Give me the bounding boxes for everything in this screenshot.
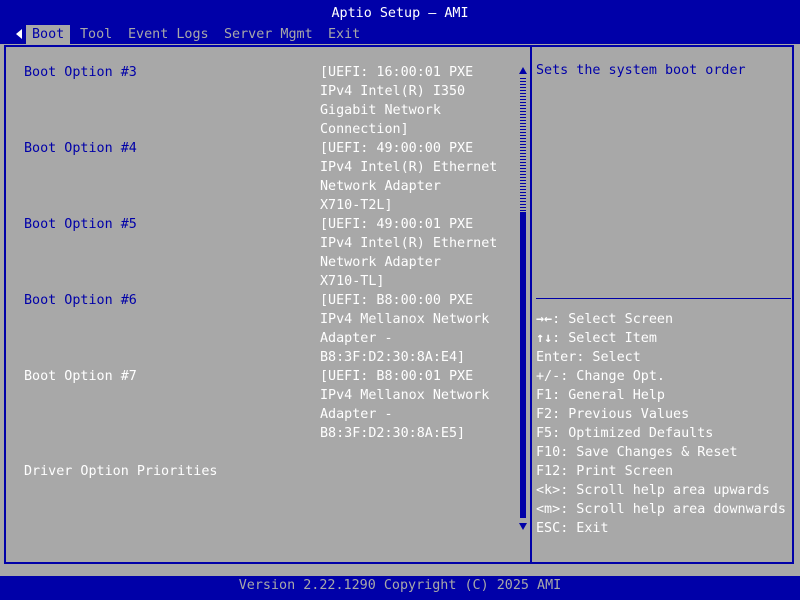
help-key: <k> [536,483,561,498]
tab-server-mgmt[interactable]: Server Mgmt [218,25,319,44]
boot-option-7-value[interactable]: IPv4 Mellanox Network [320,386,489,405]
help-description: Sets the system boot order [536,63,746,78]
help-key-line: F5: Optimized Defaults [536,424,713,443]
help-desc: : Select Screen [552,312,674,327]
help-key-line: ESC: Exit [536,519,609,538]
help-key: Enter [536,350,577,365]
boot-option-7-label[interactable]: Boot Option #7 [24,367,137,386]
help-desc: : Select Item [552,331,657,346]
tab-boot[interactable]: Boot [26,25,71,44]
version-text: Version 2.22.1290 Copyright (C) 2025 AMI [238,578,562,593]
help-separator [536,298,791,299]
scroll-down-arrow-icon[interactable] [519,523,527,530]
help-key-line: <m>: Scroll help area downwards [536,500,786,519]
boot-option-5-value[interactable]: [UEFI: 49:00:01 PXE [320,215,473,234]
help-desc: : Select [576,350,641,365]
help-key: F2 [536,407,553,422]
scroll-up-arrow-icon[interactable] [519,67,527,74]
help-key-line: F2: Previous Values [536,405,689,424]
help-key: ↑↓ [536,331,553,346]
tab-tool[interactable]: Tool [74,25,118,44]
boot-option-5-label[interactable]: Boot Option #5 [24,215,137,234]
tab-bar: Boot Tool Event Logs Server Mgmt Exit [0,25,800,44]
boot-option-6-label[interactable]: Boot Option #6 [24,291,137,310]
boot-option-4-value[interactable]: X710-T2L] [320,196,393,215]
scrollbar-thumb[interactable] [520,212,526,518]
boot-option-4-value[interactable]: [UEFI: 49:00:00 PXE [320,139,473,158]
tab-exit[interactable]: Exit [322,25,366,44]
boot-option-6-value[interactable]: IPv4 Mellanox Network [320,310,489,329]
help-desc: : Optimized Defaults [552,426,714,441]
window-title: Aptio Setup – AMI [331,6,469,21]
help-key-line: +/-: Change Opt. [536,367,665,386]
tab-event-logs[interactable]: Event Logs [122,25,215,44]
help-desc: : Exit [560,521,609,536]
help-key: ESC [536,521,561,536]
boot-option-3-value[interactable]: [UEFI: 16:00:01 PXE [320,63,473,82]
help-desc: : Scroll help area upwards [560,483,770,498]
help-desc: : General Help [552,388,665,403]
boot-option-5-value[interactable]: IPv4 Intel(R) Ethernet [320,234,497,253]
help-key: F5 [536,426,553,441]
panel-divider [530,45,532,564]
boot-option-6-value[interactable]: Adapter - [320,329,393,348]
help-key-line: Enter: Select [536,348,641,367]
help-key-line: F1: General Help [536,386,665,405]
boot-option-3-value[interactable]: IPv4 Intel(R) I350 [320,82,465,101]
boot-option-7-value[interactable]: B8:3F:D2:30:8A:E5] [320,424,465,443]
boot-option-3-value[interactable]: Connection] [320,120,409,139]
boot-option-4-value[interactable]: Network Adapter [320,177,441,196]
boot-option-4-value[interactable]: IPv4 Intel(R) Ethernet [320,158,497,177]
help-desc: : Save Changes & Reset [560,445,738,460]
help-key-line: <k>: Scroll help area upwards [536,481,770,500]
help-key: F10 [536,445,561,460]
help-desc: : Scroll help area downwards [560,502,786,517]
boot-option-7-value[interactable]: Adapter - [320,405,393,424]
help-key-line: F10: Save Changes & Reset [536,443,738,462]
help-key-line: ↑↓: Select Item [536,329,657,348]
boot-option-5-value[interactable]: X710-TL] [320,272,385,291]
help-key: <m> [536,502,561,517]
boot-option-7-value[interactable]: [UEFI: B8:00:01 PXE [320,367,473,386]
driver-option-priorities[interactable]: Driver Option Priorities [24,462,217,481]
help-key: →← [536,312,553,327]
boot-option-3-value[interactable]: Gigabit Network [320,101,441,120]
boot-option-3-label[interactable]: Boot Option #3 [24,63,137,82]
help-key: +/- [536,369,561,384]
help-key-line: →←: Select Screen [536,310,673,329]
help-desc: : Change Opt. [560,369,665,384]
help-key: F1 [536,388,553,403]
boot-option-6-value[interactable]: B8:3F:D2:30:8A:E4] [320,348,465,367]
boot-option-5-value[interactable]: Network Adapter [320,253,441,272]
help-key: F12 [536,464,561,479]
scrollbar-track[interactable] [520,78,526,212]
help-desc: : Previous Values [552,407,690,422]
boot-option-6-value[interactable]: [UEFI: B8:00:00 PXE [320,291,473,310]
help-desc: : Print Screen [560,464,674,479]
boot-option-4-label[interactable]: Boot Option #4 [24,139,137,158]
help-key-line: F12: Print Screen [536,462,673,481]
